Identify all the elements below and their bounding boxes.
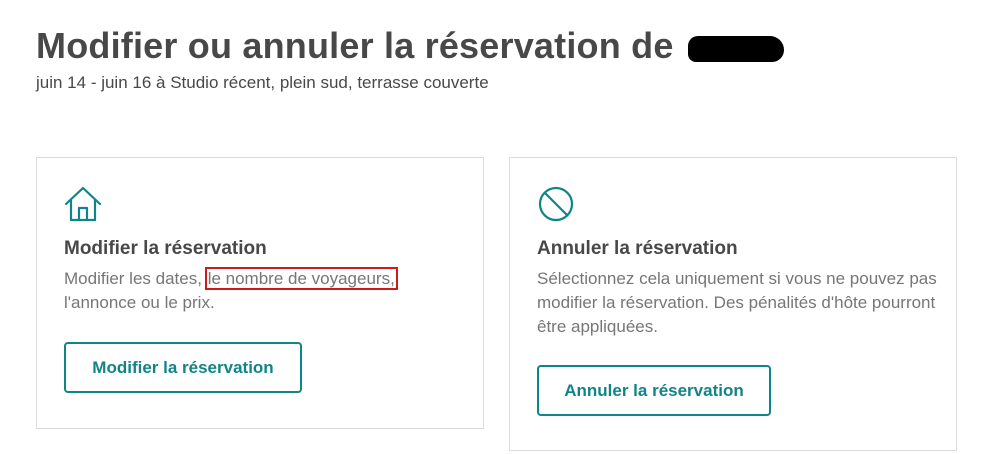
cancel-reservation-button[interactable]: Annuler la réservation	[537, 365, 771, 416]
home-icon	[63, 184, 103, 224]
edit-desc-start: Modifier les dates,	[64, 269, 202, 288]
highlighted-guests-text: le nombre de voyageurs,	[204, 267, 398, 290]
edit-desc-end: l'annonce ou le prix.	[64, 293, 215, 312]
redacted-host-name	[687, 36, 784, 62]
cancel-card-description: Sélectionnez cela uniquement si vous ne …	[537, 269, 937, 336]
page-title: Modifier ou annuler la réservation de	[36, 24, 784, 68]
edit-card-title: Modifier la réservation	[64, 238, 267, 259]
edit-reservation-card: Modifier la réservation Modifier les dat…	[36, 157, 484, 429]
cancel-card-title: Annuler la réservation	[537, 238, 738, 259]
cancel-reservation-card: Annuler la réservation Sélectionnez cela…	[509, 157, 957, 451]
reservation-subtitle: juin 14 - juin 16 à Studio récent, plein…	[36, 73, 489, 92]
edit-card-description: Modifier les dates, le nombre de voyageu…	[64, 267, 464, 315]
cancel-icon	[536, 184, 576, 224]
page-title-text: Modifier ou annuler la réservation de	[36, 25, 674, 66]
edit-reservation-button[interactable]: Modifier la réservation	[64, 342, 302, 393]
